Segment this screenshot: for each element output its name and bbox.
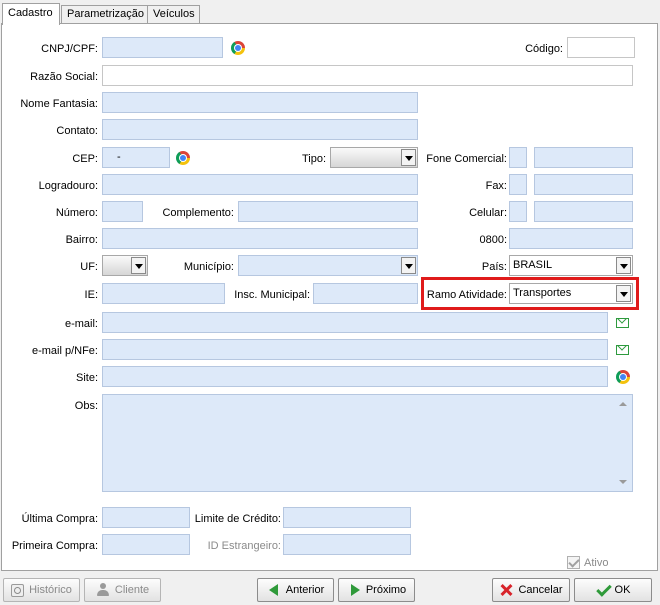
email-field[interactable] [102, 312, 608, 333]
tipo-label: Tipo: [301, 153, 326, 165]
numero-field[interactable] [102, 201, 143, 222]
primeira-compra-field[interactable] [102, 534, 190, 555]
site-label: Site: [75, 372, 98, 384]
fax-ddd-field[interactable] [509, 174, 527, 195]
contato-field[interactable] [102, 119, 418, 140]
nome-fantasia-field[interactable] [102, 92, 418, 113]
ok-button[interactable]: OK [574, 578, 652, 602]
scroll-up-icon[interactable] [619, 402, 627, 406]
complemento-field[interactable] [238, 201, 418, 222]
email-nfe-label: e-mail p/NFe: [31, 345, 98, 357]
primeira-compra-label: Primeira Compra: [11, 540, 98, 552]
nome-fantasia-label: Nome Fantasia: [20, 98, 98, 110]
close-icon [499, 583, 513, 597]
cep-label: CEP: [72, 153, 98, 165]
ativo-checkbox[interactable] [567, 556, 580, 569]
fone-comercial-ddd-field[interactable] [509, 147, 527, 168]
codigo-field[interactable] [567, 37, 635, 58]
arrow-left-icon [267, 583, 281, 597]
limite-credito-label: Limite de Crédito: [194, 513, 281, 525]
limite-credito-field[interactable] [283, 507, 411, 528]
tipo-select[interactable] [330, 147, 418, 168]
ie-field[interactable] [102, 283, 225, 304]
municipio-label: Município: [183, 261, 234, 273]
obs-scrollbar[interactable] [615, 396, 631, 490]
ramo-atividade-label: Ramo Atividade: [426, 289, 507, 301]
fax-field[interactable] [534, 174, 633, 195]
fone-comercial-field[interactable] [534, 147, 633, 168]
email-label: e-mail: [64, 318, 98, 330]
cliente-button-label: Cliente [114, 584, 150, 596]
numero-label: Número: [55, 207, 98, 219]
ie-label: IE: [84, 289, 98, 301]
ok-button-label: OK [614, 584, 631, 596]
fone-comercial-label: Fone Comercial: [426, 153, 507, 165]
insc-municipal-field[interactable] [313, 283, 418, 304]
cliente-button[interactable]: Cliente [84, 578, 161, 602]
ramo-atividade-select[interactable]: Transportes [509, 283, 633, 304]
chevron-down-icon[interactable] [401, 149, 416, 166]
anterior-button[interactable]: Anterior [257, 578, 334, 602]
chrome-icon[interactable] [231, 41, 245, 55]
codigo-label: Código: [525, 43, 563, 55]
obs-textarea[interactable] [102, 394, 633, 492]
cep-field[interactable]: - [102, 147, 170, 168]
logradouro-field[interactable] [102, 174, 418, 195]
bairro-field[interactable] [102, 228, 418, 249]
fone-0800-label: 0800: [479, 234, 507, 246]
celular-ddd-field[interactable] [509, 201, 527, 222]
ultima-compra-label: Última Compra: [21, 513, 98, 525]
history-icon [11, 583, 25, 597]
tab-veiculos[interactable]: Veículos [147, 5, 200, 24]
ativo-label: Ativo [584, 557, 609, 569]
pais-select[interactable]: BRASIL [509, 255, 633, 276]
municipio-select[interactable] [238, 255, 418, 276]
celular-label: Celular: [469, 207, 507, 219]
complemento-label: Complemento: [162, 207, 234, 219]
pais-label: País: [481, 261, 507, 273]
uf-label: UF: [80, 261, 98, 273]
pais-value: BRASIL [513, 259, 553, 271]
site-field[interactable] [102, 366, 608, 387]
scroll-down-icon[interactable] [619, 480, 627, 484]
user-icon [96, 583, 110, 597]
bairro-label: Bairro: [65, 234, 98, 246]
arrow-right-icon [347, 583, 361, 597]
chevron-down-icon[interactable] [616, 285, 631, 302]
cancelar-button[interactable]: Cancelar [492, 578, 570, 602]
fone-0800-field[interactable] [509, 228, 633, 249]
chrome-icon[interactable] [616, 370, 630, 384]
tab-cadastro[interactable]: Cadastro [2, 3, 60, 25]
cnpj-label: CNPJ/CPF: [41, 43, 98, 55]
obs-label: Obs: [74, 400, 98, 412]
email-icon[interactable] [616, 345, 629, 355]
uf-select[interactable] [102, 255, 148, 276]
contato-label: Contato: [56, 125, 98, 137]
historico-button[interactable]: Histórico [3, 578, 80, 602]
email-nfe-field[interactable] [102, 339, 608, 360]
ultima-compra-field[interactable] [102, 507, 190, 528]
chevron-down-icon[interactable] [131, 257, 146, 274]
cnpj-field[interactable] [102, 37, 223, 58]
ramo-atividade-value: Transportes [513, 287, 572, 299]
razao-social-label: Razão Social: [30, 71, 98, 83]
proximo-button[interactable]: Próximo [338, 578, 415, 602]
historico-button-label: Histórico [29, 584, 72, 596]
logradouro-label: Logradouro: [38, 180, 98, 192]
razao-social-field[interactable] [102, 65, 633, 86]
anterior-button-label: Anterior [285, 584, 325, 596]
tab-parametrizacao[interactable]: Parametrização [61, 5, 148, 24]
email-icon[interactable] [616, 318, 629, 328]
chrome-icon[interactable] [176, 151, 190, 165]
proximo-button-label: Próximo [365, 584, 407, 596]
insc-municipal-label: Insc. Municipal: [234, 289, 310, 301]
cancelar-button-label: Cancelar [518, 584, 563, 596]
id-estrangeiro-field[interactable] [283, 534, 411, 555]
chevron-down-icon[interactable] [616, 257, 631, 274]
id-estrangeiro-label: ID Estrangeiro: [207, 540, 281, 552]
fax-label: Fax: [485, 180, 507, 192]
check-icon [596, 583, 610, 597]
chevron-down-icon[interactable] [401, 257, 416, 274]
celular-field[interactable] [534, 201, 633, 222]
